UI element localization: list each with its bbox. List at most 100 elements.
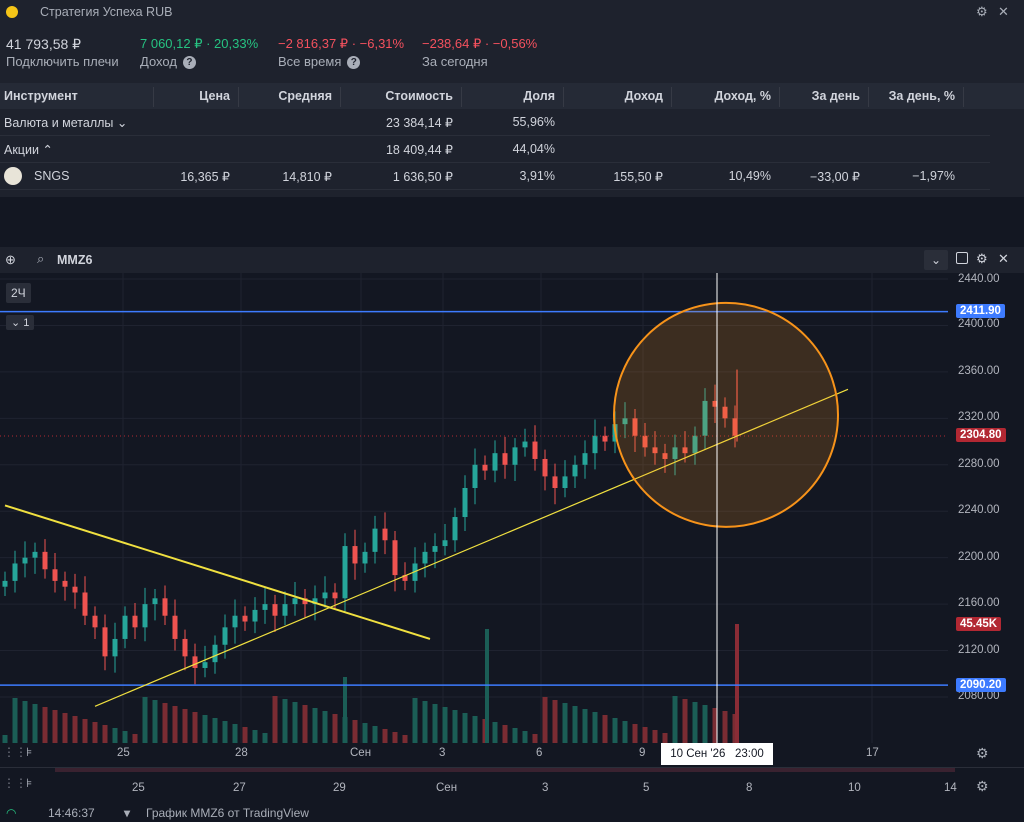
candle-body (262, 604, 268, 610)
source-link[interactable]: График MMZ6 от TradingView (146, 806, 309, 820)
drag-handle-icon[interactable]: ⋮⋮ (3, 776, 27, 790)
volume-bar (242, 727, 248, 743)
col-value[interactable]: Стоимость (350, 89, 453, 103)
settings-icon[interactable]: ⚙ (976, 745, 989, 762)
candle-body (392, 540, 398, 576)
group-row-stocks[interactable]: Акции ⌃ 18 409,44 ₽ 44,04% (0, 136, 990, 163)
row-price: 16,365 ₽ (180, 170, 230, 184)
table-header: Инструмент Цена Средняя Стоимость Доля Д… (0, 83, 1024, 109)
search-icon[interactable]: ⌕ (37, 251, 44, 267)
col-separator[interactable] (153, 87, 154, 107)
volume-tag: 45.45K (956, 617, 1002, 631)
row-avg: 14,810 ₽ (282, 170, 332, 184)
close-icon[interactable]: ✕ (998, 4, 1009, 20)
col-day[interactable]: За день (786, 89, 860, 103)
volume-bar (182, 709, 188, 743)
crosshair-time-label: 10 Сен '26 23:00 (661, 743, 773, 765)
symbol-label[interactable]: MMZ6 (57, 253, 92, 267)
row-ticker: SNGS (34, 169, 70, 183)
time-axis[interactable]: ⋮⋮ ⊧ 25 28 Сен 3 6 9 17 10 Сен '26 23:00… (0, 743, 1024, 765)
add-icon[interactable]: ⊕ (5, 252, 16, 268)
maximize-icon[interactable] (956, 252, 968, 264)
candle-body (212, 644, 218, 663)
price-chart[interactable] (0, 273, 948, 743)
chevron-down-icon[interactable]: ⌄ (924, 250, 948, 270)
volume-bar (343, 677, 347, 743)
price-label: 2440.00 (958, 273, 1000, 285)
volume-bar (142, 697, 148, 743)
status-bar: ◠ 14:46:37 ▾ График MMZ6 от TradingView (0, 805, 1024, 822)
col-income-pct[interactable]: Доход, % (678, 89, 772, 103)
help-icon[interactable]: ? (347, 56, 361, 70)
volume-bar (422, 701, 428, 743)
volume-bar (22, 701, 28, 743)
candle-body (492, 453, 498, 471)
hline-top-tag: 2411.90 (956, 304, 1005, 318)
col-price[interactable]: Цена (160, 89, 230, 103)
table-row[interactable]: SNGS 16,365 ₽ 14,810 ₽ 1 636,50 ₽ 3,91% … (0, 163, 990, 190)
col-income[interactable]: Доход (570, 89, 663, 103)
interval-button[interactable]: 2Ч (6, 283, 31, 303)
volume-bar (62, 713, 68, 743)
col-separator[interactable] (340, 87, 341, 107)
navigator[interactable]: ⋮⋮ ⊧ 25 27 29 Сен 3 5 8 10 14 ⚙ (0, 767, 1024, 804)
close-icon[interactable]: ✕ (998, 251, 1009, 267)
gear-icon[interactable]: ⚙ (976, 4, 988, 20)
group-row-currency[interactable]: Валюта и металлы ⌄ 23 384,14 ₽ 55,96% (0, 109, 990, 136)
col-instrument[interactable]: Инструмент (4, 89, 78, 103)
volume-bar (582, 709, 588, 743)
col-separator[interactable] (963, 87, 964, 107)
candle-body (122, 615, 128, 639)
volume-bar (372, 726, 378, 743)
help-icon[interactable]: ? (182, 56, 196, 70)
layout-icon[interactable]: ⊧ (26, 776, 32, 790)
all-time-label-text: Все время (278, 54, 342, 69)
drag-handle-icon[interactable]: ⋮⋮ (3, 745, 27, 759)
volume-bar (622, 721, 628, 743)
chevron-up-icon[interactable]: ⌃ (42, 143, 52, 157)
price-label: 2280.00 (958, 458, 1000, 470)
time-label: 25 (117, 747, 130, 759)
volume-bar (642, 727, 648, 743)
volume-bar (112, 728, 118, 743)
gear-icon[interactable]: ⚙ (976, 251, 988, 267)
volume-bar (122, 731, 128, 743)
col-separator[interactable] (671, 87, 672, 107)
volume-bar (222, 721, 228, 743)
nav-label: 10 (848, 782, 861, 794)
row-day: −33,00 ₽ (809, 170, 860, 184)
candle-body (442, 540, 448, 547)
layer-button[interactable]: ⌄ 1 (6, 315, 35, 330)
col-share[interactable]: Доля (470, 89, 555, 103)
volume-bar (132, 734, 138, 743)
settings-icon[interactable]: ⚙ (976, 778, 989, 795)
col-separator[interactable] (779, 87, 780, 107)
candle-body (592, 435, 598, 454)
layout-icon[interactable]: ⊧ (26, 745, 32, 759)
trendline-down (4, 504, 431, 640)
col-separator[interactable] (868, 87, 869, 107)
candle-body (82, 592, 88, 616)
volume-bar (682, 699, 688, 743)
candle-body (142, 604, 148, 628)
time-label: 6 (536, 747, 543, 759)
volume-bar (382, 729, 388, 743)
candle-body (222, 627, 228, 645)
col-day-pct[interactable]: За день, % (875, 89, 955, 103)
col-avg[interactable]: Средняя (245, 89, 332, 103)
chevron-down-icon[interactable]: ⌄ (117, 116, 127, 130)
volume-bar (592, 712, 598, 743)
navigator-range[interactable] (55, 768, 955, 772)
volume-bar (452, 710, 458, 743)
volume-bar (672, 696, 678, 743)
volume-bar (542, 697, 548, 743)
price-axis[interactable]: 2440.00 2400.00 2360.00 2320.00 2280.00 … (948, 273, 1024, 743)
leverage-link[interactable]: Подключить плечи (6, 54, 119, 69)
col-separator[interactable] (238, 87, 239, 107)
candle-body (272, 604, 278, 616)
col-separator[interactable] (563, 87, 564, 107)
price-label: 2200.00 (958, 551, 1000, 563)
col-separator[interactable] (461, 87, 462, 107)
candle-body (452, 517, 458, 541)
volume-bar (252, 730, 258, 743)
